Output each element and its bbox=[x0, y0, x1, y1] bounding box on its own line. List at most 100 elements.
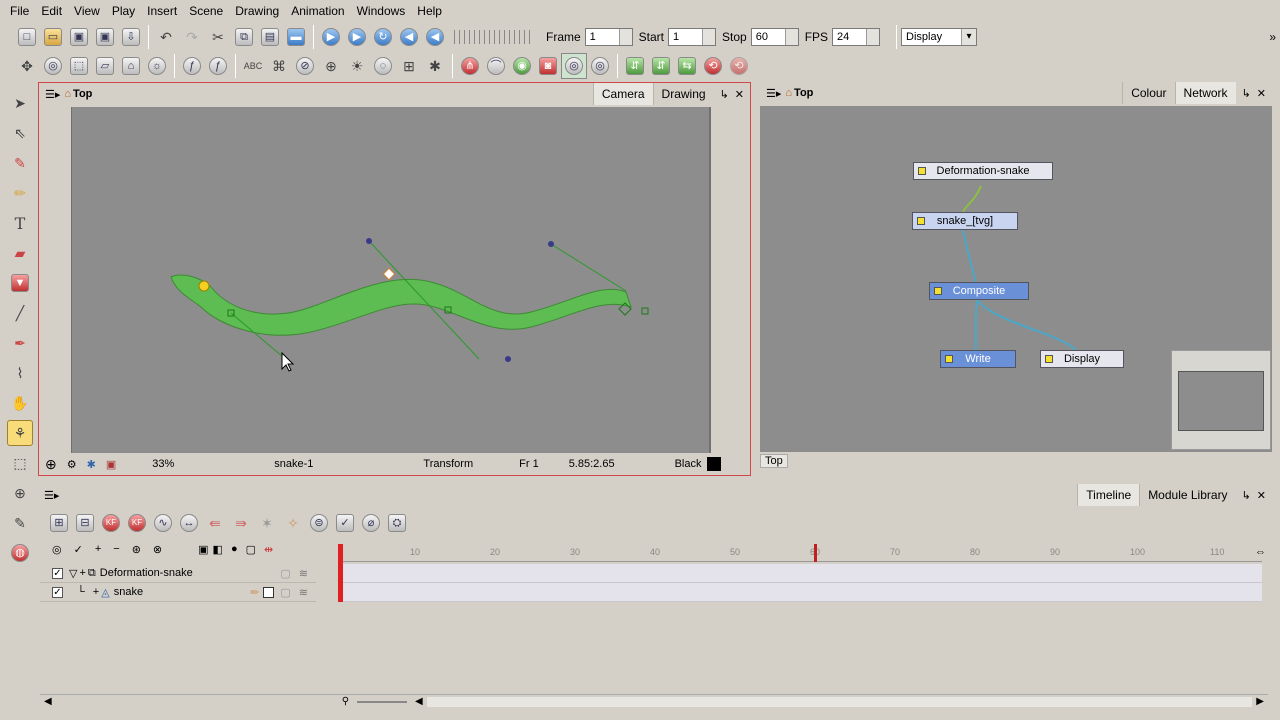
close-icon[interactable]: ✕ bbox=[1257, 489, 1266, 502]
zoom-tool-icon[interactable]: ✎ bbox=[7, 510, 33, 536]
remove-icon[interactable]: − bbox=[113, 543, 119, 555]
delete-keyframe-icon[interactable]: KF bbox=[124, 510, 150, 536]
network-canvas[interactable]: Deformation-snake snake_[tvg] Composite … bbox=[760, 106, 1272, 452]
cutter-icon[interactable]: ⌇ bbox=[7, 360, 33, 386]
menu-help[interactable]: Help bbox=[411, 0, 448, 22]
play-preview-icon[interactable]: ▶ bbox=[344, 24, 370, 50]
menu-edit[interactable]: Edit bbox=[35, 0, 68, 22]
onion-skin-icon[interactable]: ⊜ bbox=[306, 510, 332, 536]
undo-icon[interactable]: ↶ bbox=[153, 24, 179, 50]
import-icon[interactable]: ⇩ bbox=[118, 24, 144, 50]
tab-timeline[interactable]: Timeline bbox=[1077, 484, 1140, 506]
function-icon[interactable]: ƒ bbox=[179, 53, 205, 79]
deformer-root[interactable] bbox=[198, 280, 210, 292]
lock-icon[interactable]: ▢ bbox=[280, 567, 290, 580]
panel-menu-icon[interactable]: ↳ bbox=[720, 88, 729, 101]
paste-icon[interactable]: ▤ bbox=[257, 24, 283, 50]
camera-icon[interactable]: ⌘ bbox=[266, 53, 292, 79]
toolbar-overflow-icon[interactable]: » bbox=[1269, 30, 1276, 44]
menu-play[interactable]: Play bbox=[106, 0, 141, 22]
stop-field[interactable]: 60 bbox=[750, 28, 799, 46]
lock-all-icon[interactable]: ▣ bbox=[198, 543, 208, 556]
save-as-icon[interactable]: ▣ bbox=[92, 24, 118, 50]
move-icon[interactable]: ✥ bbox=[14, 53, 40, 79]
expand-timeline-icon[interactable]: ⇔ bbox=[1255, 546, 1266, 558]
layer-name[interactable]: snake bbox=[114, 586, 143, 598]
enable-all-icon[interactable]: ✓ bbox=[74, 543, 83, 556]
view-menu-icon[interactable]: ☰▸ bbox=[766, 87, 781, 100]
menu-file[interactable]: File bbox=[4, 0, 35, 22]
transform-tool-icon[interactable]: ⚘ bbox=[7, 420, 33, 446]
layer-name[interactable]: Deformation-snake bbox=[100, 567, 193, 579]
pivot-icon[interactable]: ⊕ bbox=[318, 53, 344, 79]
paste-special-icon[interactable]: ✧ bbox=[280, 510, 306, 536]
lock-icon[interactable]: ▢ bbox=[280, 586, 290, 599]
text-tool-icon[interactable]: ABC bbox=[240, 53, 266, 79]
add-icon[interactable]: + bbox=[95, 543, 101, 555]
camera-onion-icon[interactable]: ▣ bbox=[106, 458, 116, 471]
show-all-deformers-icon[interactable]: ◎ bbox=[587, 53, 613, 79]
scroll-right-icon[interactable]: ▶ bbox=[1256, 696, 1264, 707]
tab-network[interactable]: Network bbox=[1174, 82, 1236, 104]
panel-menu-icon[interactable]: ↳ bbox=[1242, 489, 1251, 502]
rotate-icon[interactable]: ◎ bbox=[40, 53, 66, 79]
add-layer-icon[interactable]: ⊟ bbox=[72, 510, 98, 536]
scale-icon[interactable]: ⬚ bbox=[66, 53, 92, 79]
previous-frame-icon[interactable]: ◀ bbox=[396, 24, 422, 50]
expand-icon[interactable]: ▽ bbox=[69, 567, 77, 580]
deformer-handle[interactable] bbox=[366, 238, 372, 244]
loop-icon[interactable]: ↻ bbox=[370, 24, 396, 50]
home-icon[interactable]: ⌂ bbox=[64, 88, 71, 100]
reset-all-icon[interactable]: ⟲ bbox=[726, 53, 752, 79]
colour-swatch[interactable] bbox=[707, 457, 722, 471]
scene-settings-icon[interactable]: ⌀ bbox=[358, 510, 384, 536]
view-menu-icon[interactable]: ☰▸ bbox=[45, 88, 60, 101]
display-select[interactable]: Display bbox=[901, 28, 978, 46]
hierarchy-icon[interactable]: ⊞ bbox=[396, 53, 422, 79]
zoom-frames-icon[interactable]: ⇹ bbox=[264, 543, 273, 556]
show-deformers-icon[interactable]: ◎ bbox=[561, 53, 587, 79]
menu-animation[interactable]: Animation bbox=[285, 0, 350, 22]
layer-track[interactable] bbox=[338, 564, 1262, 583]
brush-icon[interactable]: ✎ bbox=[7, 150, 33, 176]
morph-icon[interactable]: ☼ bbox=[144, 53, 170, 79]
bounding-box-icon[interactable]: ⬚ bbox=[7, 450, 33, 476]
copy-icon[interactable]: ⧉ bbox=[231, 24, 257, 50]
align-icon[interactable]: ⇵ bbox=[622, 53, 648, 79]
ease-in-icon[interactable]: ⇚ bbox=[202, 510, 228, 536]
pivot-tool-icon[interactable]: ⊕ bbox=[7, 480, 33, 506]
light-icon[interactable]: ☀ bbox=[344, 53, 370, 79]
frames-area[interactable]: 102030405060708090100110 ⇔ bbox=[338, 544, 1270, 694]
maintain-size-icon[interactable]: ⌂ bbox=[118, 53, 144, 79]
pencil-icon[interactable]: ✏ bbox=[250, 586, 259, 599]
tab-camera[interactable]: Camera bbox=[592, 83, 653, 105]
close-icon[interactable]: ✕ bbox=[735, 88, 744, 101]
zoom-slider[interactable] bbox=[357, 700, 408, 703]
zoom-level[interactable]: 33% bbox=[152, 458, 174, 470]
node-write[interactable]: Write bbox=[940, 350, 1016, 368]
camera-settings-icon[interactable]: ⚙ bbox=[67, 458, 77, 471]
start-field[interactable]: 1 bbox=[668, 28, 717, 46]
peg-icon[interactable]: ⊛ bbox=[132, 543, 141, 556]
add-keyframe-icon[interactable]: KF bbox=[98, 510, 124, 536]
layer-enable-checkbox[interactable]: ✓ bbox=[52, 586, 63, 598]
deformer-handle[interactable] bbox=[548, 241, 554, 247]
deform-bone-icon[interactable]: ⋔ bbox=[457, 53, 483, 79]
menu-drawing[interactable]: Drawing bbox=[229, 0, 285, 22]
deform-envelope-icon[interactable]: ◙ bbox=[535, 53, 561, 79]
add-drawing-icon[interactable]: ⊞ bbox=[46, 510, 72, 536]
distribute-icon[interactable]: ⇵ bbox=[648, 53, 674, 79]
playhead[interactable] bbox=[338, 544, 343, 602]
sound-icon[interactable]: ◀ bbox=[422, 24, 448, 50]
disable-icon[interactable]: ⊘ bbox=[292, 53, 318, 79]
deformer-point[interactable] bbox=[641, 307, 649, 315]
redo-icon[interactable]: ↷ bbox=[179, 24, 205, 50]
deformer-handle[interactable] bbox=[505, 356, 511, 362]
flip-icon[interactable]: ⇆ bbox=[674, 53, 700, 79]
tab-module-library[interactable]: Module Library bbox=[1139, 484, 1235, 506]
cut-icon[interactable]: ✂ bbox=[205, 24, 231, 50]
pencil-icon[interactable]: ✏ bbox=[7, 180, 33, 206]
frame-ruler[interactable]: 102030405060708090100110 bbox=[338, 544, 1262, 562]
hand-icon[interactable]: ✋ bbox=[7, 390, 33, 416]
layer-row[interactable]: ✓ └ + ◬ snake ✏ ▢ ≋ bbox=[40, 583, 316, 602]
